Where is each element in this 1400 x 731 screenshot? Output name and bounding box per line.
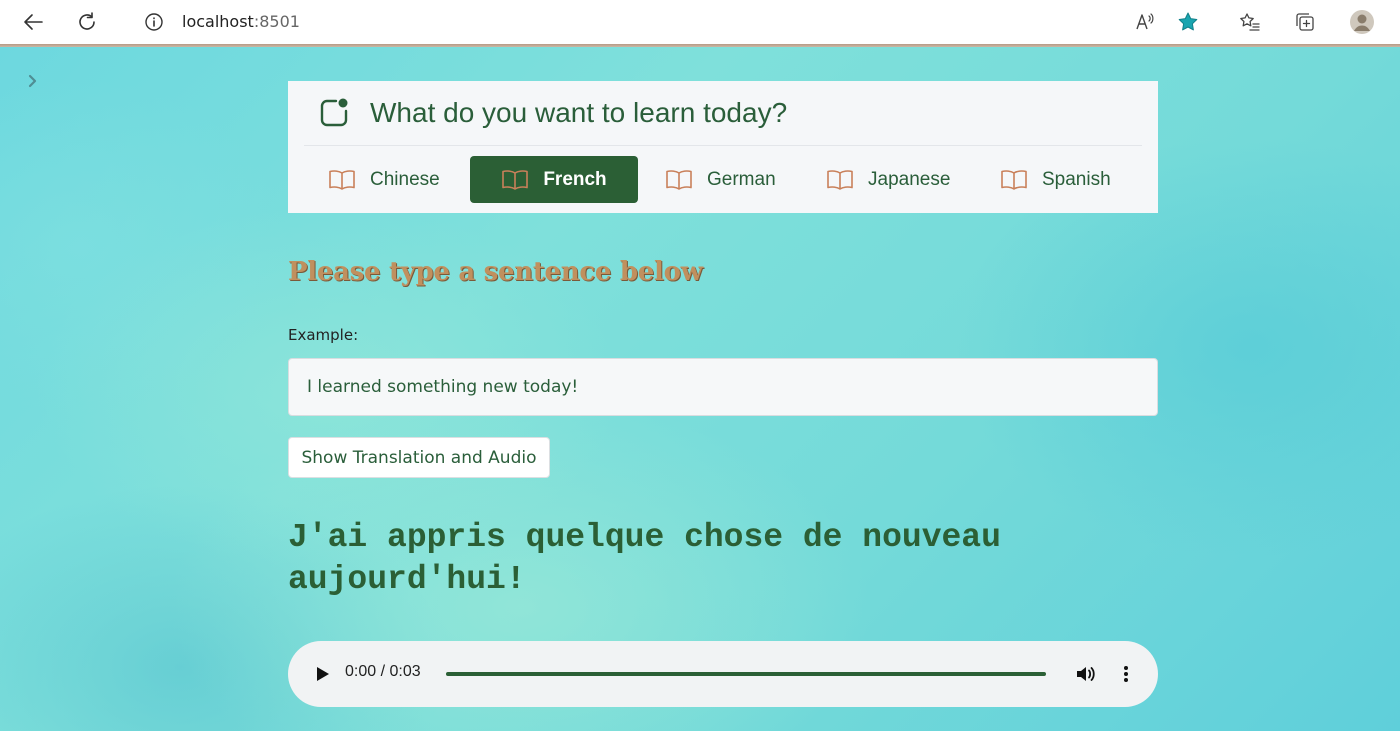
tab-label: Chinese — [370, 168, 440, 190]
menu-title: What do you want to learn today? — [370, 97, 788, 128]
audio-time: 0:00 / 0:03 — [345, 663, 421, 680]
book-icon — [502, 169, 529, 190]
app-page: What do you want to learn today? Chinese… — [0, 47, 1400, 731]
arrow-left-icon — [24, 14, 43, 30]
tab-label: French — [543, 168, 607, 190]
browser-toolbar: localhost:8501 — [0, 0, 1400, 47]
url-host: localhost — [182, 12, 254, 31]
tab-japanese[interactable]: Japanese — [826, 156, 950, 203]
collections-button[interactable] — [1291, 8, 1319, 36]
tab-german[interactable]: German — [665, 156, 776, 203]
more-options-button[interactable] — [1114, 662, 1138, 686]
menu-header: What do you want to learn today? — [318, 95, 787, 131]
tab-label: German — [707, 168, 776, 190]
page-heading: Please type a sentence below — [288, 257, 703, 287]
sentence-input[interactable] — [288, 358, 1158, 416]
audio-player: 0:00 / 0:03 — [288, 641, 1158, 707]
book-icon — [666, 169, 692, 190]
volume-button[interactable] — [1074, 662, 1098, 686]
audio-progress-track[interactable] — [446, 672, 1046, 676]
back-button[interactable] — [19, 8, 47, 36]
book-icon — [329, 169, 355, 190]
more-vertical-icon — [1124, 666, 1128, 682]
tab-label: Japanese — [868, 168, 951, 190]
star-icon — [1178, 12, 1198, 31]
example-label: Example: — [288, 326, 359, 344]
collections-icon — [1296, 13, 1314, 31]
reload-icon — [79, 12, 95, 30]
address-bar[interactable]: localhost:8501 — [182, 12, 300, 31]
reload-button[interactable] — [73, 8, 101, 36]
favorite-button[interactable] — [1174, 8, 1202, 36]
menu-divider — [304, 145, 1142, 146]
tab-chinese[interactable]: Chinese — [328, 156, 440, 203]
tab-label: Spanish — [1042, 168, 1111, 190]
url-port: :8501 — [253, 12, 300, 31]
play-icon — [317, 667, 329, 681]
book-icon — [1001, 169, 1027, 190]
read-aloud-icon — [1136, 13, 1154, 30]
language-menu: What do you want to learn today? Chinese… — [288, 81, 1158, 213]
chevron-right-icon — [28, 74, 37, 88]
profile-button[interactable] — [1348, 8, 1376, 36]
tab-spanish[interactable]: Spanish — [1000, 156, 1111, 203]
show-translation-button[interactable]: Show Translation and Audio — [288, 437, 550, 478]
info-icon — [145, 13, 163, 31]
play-button[interactable] — [310, 662, 334, 686]
volume-icon — [1077, 667, 1095, 681]
book-icon — [827, 169, 853, 190]
read-aloud-button[interactable] — [1131, 8, 1159, 36]
sidebar-expand-button[interactable] — [22, 71, 42, 91]
app-indicator-icon — [320, 98, 348, 127]
site-info-button[interactable] — [140, 8, 168, 36]
tab-french[interactable]: French — [470, 156, 638, 203]
translation-text: J'ai appris quelque chose de nouveau auj… — [288, 519, 1001, 598]
favorites-list-icon — [1240, 13, 1260, 31]
avatar-icon — [1350, 10, 1374, 34]
favorites-list-button[interactable] — [1236, 8, 1264, 36]
